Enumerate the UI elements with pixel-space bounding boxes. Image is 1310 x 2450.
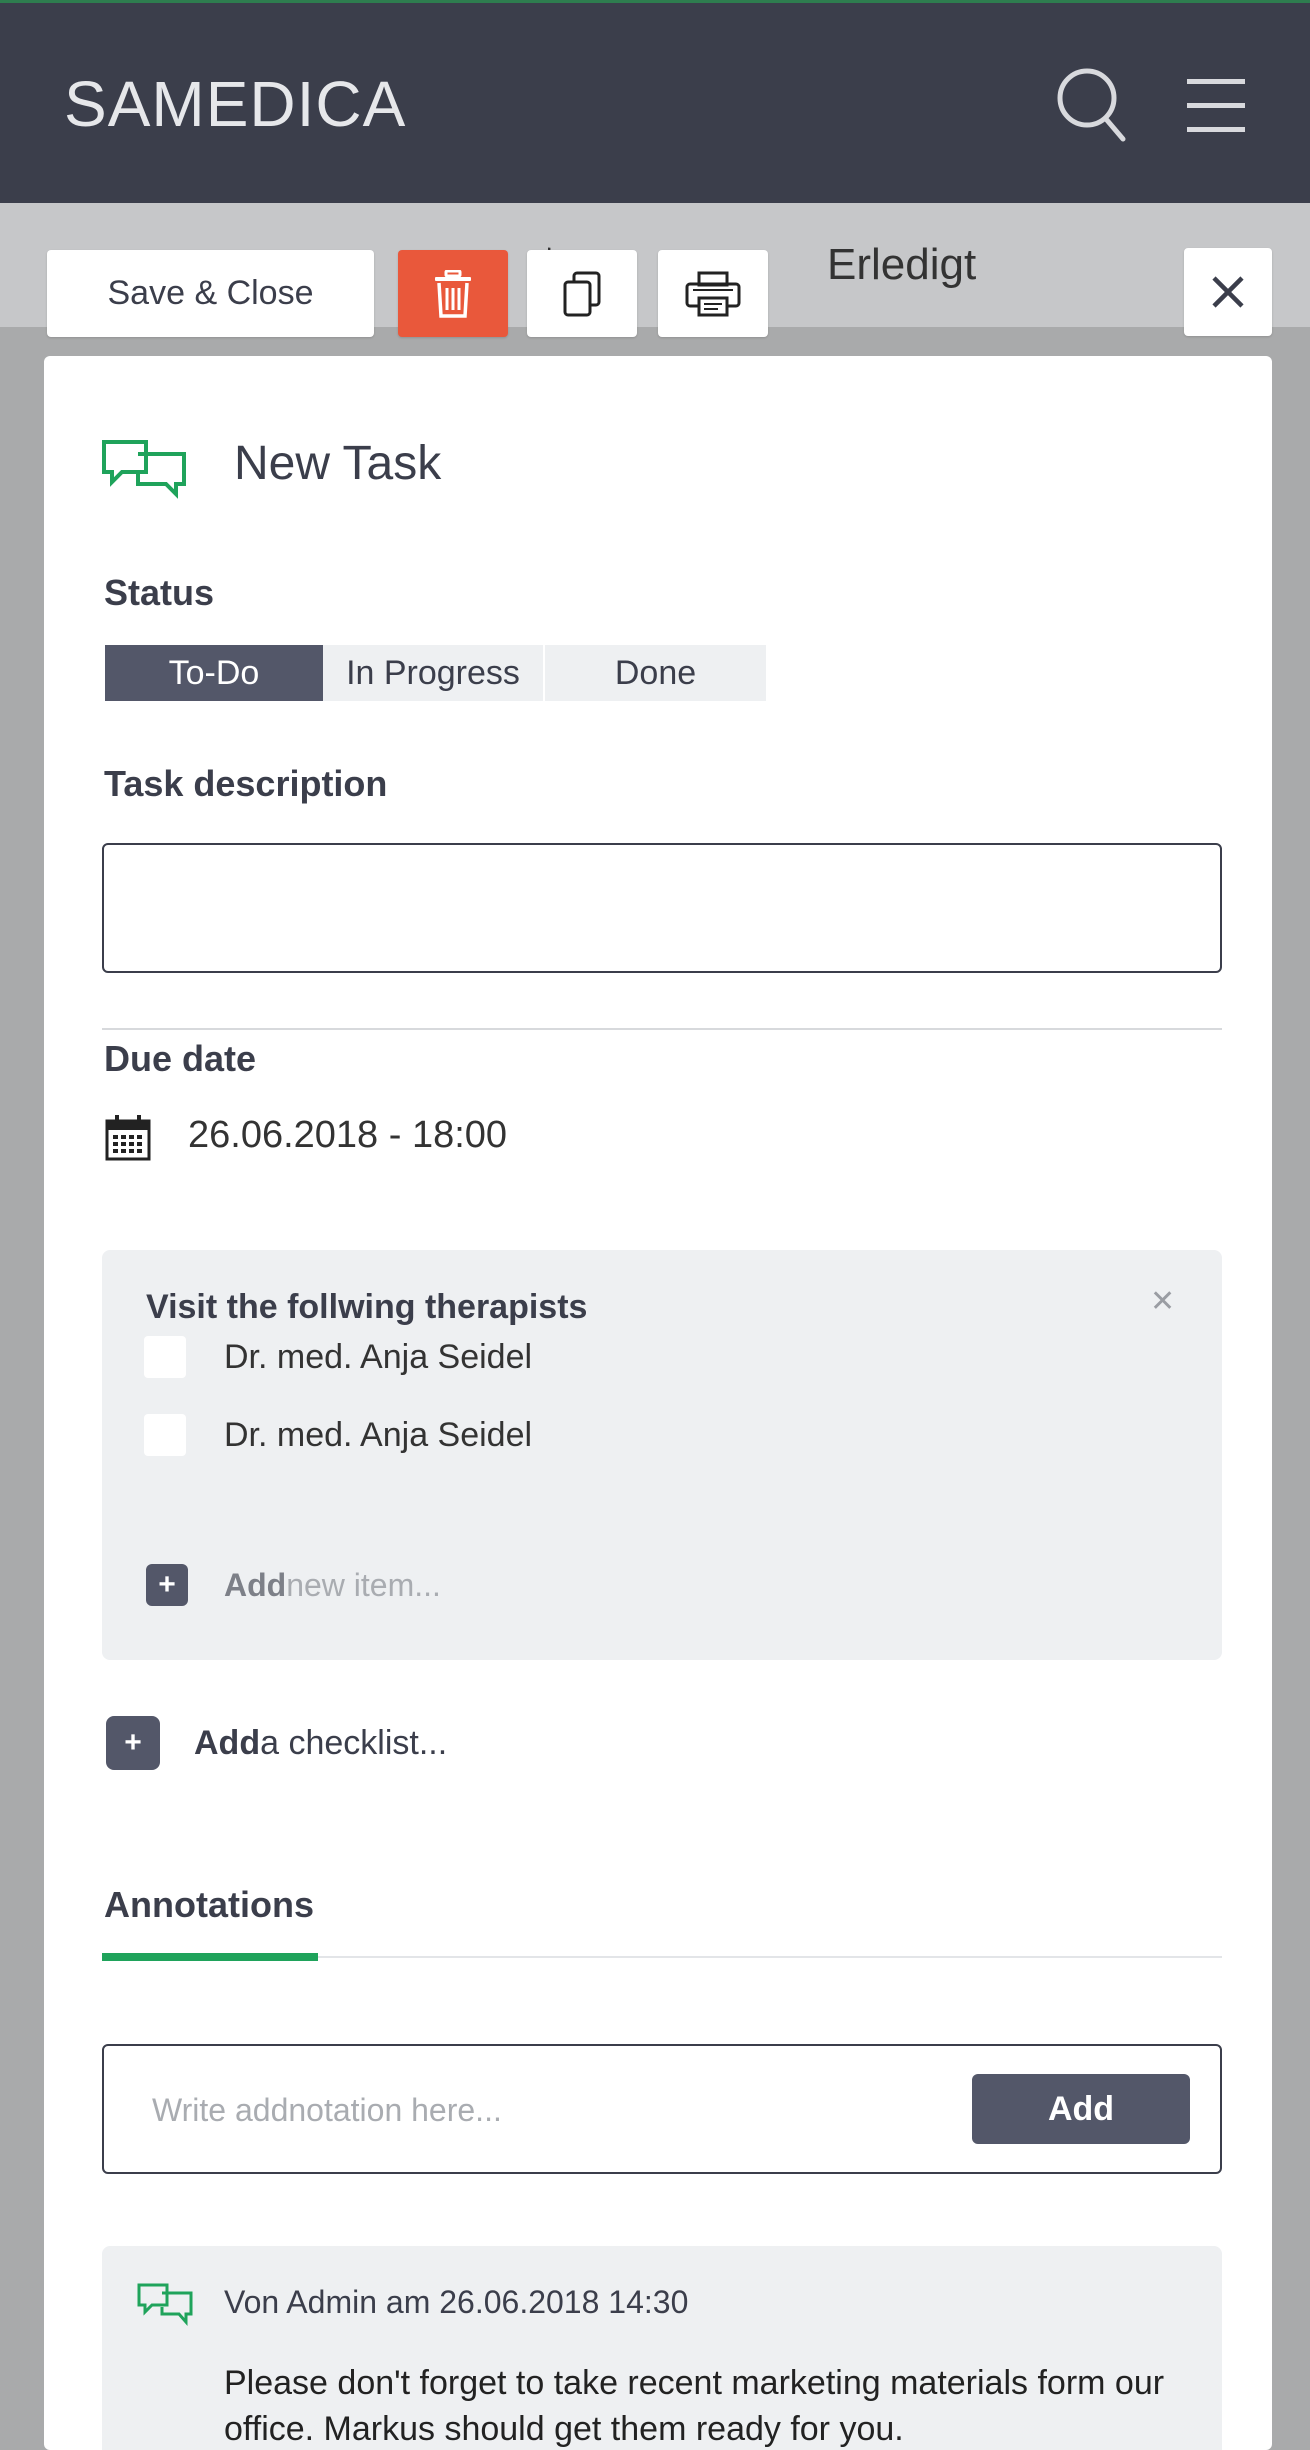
comment-chat-icon	[137, 2283, 193, 2326]
trash-icon	[435, 269, 471, 318]
brand-logo[interactable]: SAMEDICA	[64, 67, 406, 141]
annotation-input[interactable]: Write addnotation here... Add	[102, 2044, 1222, 2174]
add-checklist-item-button[interactable]: + Add new item...	[146, 1564, 441, 1606]
checklist-remove-icon[interactable]: ✕	[1150, 1284, 1175, 1319]
task-chat-icon	[102, 440, 186, 499]
task-description-input[interactable]	[102, 843, 1222, 973]
add-checklist-rest: a checklist...	[260, 1723, 448, 1762]
checklist-title: Visit the follwing therapists	[146, 1288, 588, 1326]
status-segmented-control: To-Do In Progress Done	[105, 645, 766, 701]
save-close-button[interactable]: Save & Close	[47, 250, 374, 337]
checklist-panel: Visit the follwing therapists ✕ Dr. med.…	[102, 1250, 1222, 1660]
status-option-done[interactable]: Done	[545, 645, 766, 701]
plus-icon: +	[146, 1564, 188, 1606]
annotations-tab-indicator	[102, 1953, 318, 1961]
search-icon[interactable]	[1055, 65, 1127, 145]
checklist-item: Dr. med. Anja Seidel	[144, 1414, 532, 1456]
add-checklist-bold: Add	[194, 1723, 261, 1762]
status-option-in-progress[interactable]: In Progress	[323, 645, 545, 701]
due-date-label: Due date	[104, 1038, 257, 1079]
delete-button[interactable]	[398, 250, 508, 337]
close-button[interactable]	[1184, 248, 1272, 336]
section-divider	[102, 1028, 1222, 1030]
copy-button[interactable]	[527, 250, 637, 337]
annotations-tab[interactable]: Annotations	[104, 1884, 314, 1926]
calendar-icon[interactable]	[104, 1114, 152, 1162]
due-date-value[interactable]: 26.06.2018 - 18:00	[188, 1114, 507, 1157]
status-option-todo[interactable]: To-Do	[105, 645, 323, 701]
checklist-item: Dr. med. Anja Seidel	[144, 1336, 532, 1378]
printer-icon	[685, 271, 741, 316]
add-item-rest: new item...	[286, 1566, 441, 1603]
background-tab-done[interactable]: Erledigt	[827, 240, 976, 290]
task-description-label: Task description	[104, 763, 388, 804]
checklist-checkbox[interactable]	[144, 1336, 186, 1378]
add-item-bold: Add	[224, 1566, 287, 1603]
annotation-placeholder: Write addnotation here...	[152, 2092, 502, 2128]
app-header: SAMEDICA	[0, 0, 1310, 203]
checklist-item-label: Dr. med. Anja Seidel	[224, 1337, 533, 1376]
task-modal: New Task Status To-Do In Progress Done T…	[44, 356, 1272, 2450]
status-label: Status	[104, 572, 215, 613]
print-button[interactable]	[658, 250, 768, 337]
comment-body: Please don't forget to take recent marke…	[224, 2364, 1165, 2448]
annotation-comment: Von Admin am 26.06.2018 14:30 Please don…	[102, 2246, 1222, 2450]
checklist-item-label: Dr. med. Anja Seidel	[224, 1415, 533, 1454]
comment-meta: Von Admin am 26.06.2018 14:30	[224, 2284, 689, 2320]
add-annotation-button[interactable]: Add	[972, 2074, 1190, 2144]
add-checklist-button[interactable]: + Add a checklist...	[106, 1716, 447, 1770]
copy-icon	[563, 271, 601, 316]
hamburger-menu-icon[interactable]	[1187, 77, 1245, 133]
plus-icon: +	[106, 1716, 160, 1770]
task-title: New Task	[234, 437, 442, 490]
checklist-checkbox[interactable]	[144, 1414, 186, 1456]
close-icon	[1212, 276, 1244, 308]
